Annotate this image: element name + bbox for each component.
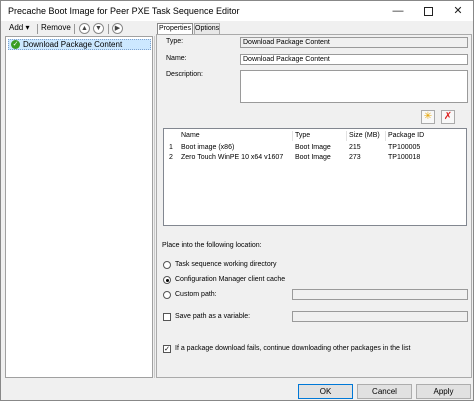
column-header-type[interactable]: Type <box>295 132 310 139</box>
tab-properties[interactable]: Properties <box>157 23 193 34</box>
radio-custom-path[interactable] <box>163 291 171 299</box>
toolbar-separator <box>108 24 109 34</box>
minimize-button[interactable]: — <box>383 1 413 21</box>
custom-path-input[interactable] <box>292 289 468 300</box>
minimize-icon: — <box>392 5 404 17</box>
tree-item-label: Download Package Content <box>23 40 123 49</box>
toolbar-separator <box>37 24 38 34</box>
row-name: Boot image (x86) <box>181 144 235 151</box>
tab-options[interactable]: Options <box>194 23 220 34</box>
continue-on-failure-label[interactable]: If a package download fails, continue do… <box>175 345 410 352</box>
toolbar-separator <box>74 24 75 34</box>
description-label: Description: <box>166 71 203 78</box>
close-button[interactable]: ✕ <box>443 1 473 21</box>
name-label: Name: <box>166 55 187 62</box>
tree-item-download-package-content[interactable]: ✓ Download Package Content <box>8 39 151 50</box>
save-path-input[interactable] <box>292 311 468 322</box>
move-up-icon: ▲ <box>81 25 88 32</box>
type-label: Type: <box>166 38 184 45</box>
radio-client-cache-label[interactable]: Configuration Manager client cache <box>175 276 285 283</box>
add-menu-button[interactable]: Add ▾ <box>9 23 29 32</box>
add-package-button[interactable]: ✳ <box>421 110 435 124</box>
type-field: Download Package Content <box>240 37 468 48</box>
step-tree[interactable]: ✓ Download Package Content <box>5 36 153 378</box>
remove-button[interactable]: Remove <box>41 23 71 32</box>
description-input[interactable] <box>240 70 468 103</box>
row-type: Boot Image <box>295 144 331 151</box>
indent-icon: ▶ <box>114 25 121 32</box>
column-separator[interactable] <box>346 131 347 141</box>
row-size: 273 <box>349 154 361 161</box>
pane-splitter[interactable] <box>154 36 155 378</box>
row-package-id: TP100018 <box>388 154 421 161</box>
delete-icon: ✗ <box>443 111 453 122</box>
move-down-button[interactable]: ▼ <box>93 23 104 34</box>
title-bar[interactable]: Precache Boot Image for Peer PXE Task Se… <box>1 1 473 21</box>
row-name: Zero Touch WinPE 10 x64 v1607 <box>181 154 284 161</box>
column-header-name[interactable]: Name <box>181 132 200 139</box>
row-index: 1 <box>169 144 173 151</box>
package-list[interactable]: Name Type Size (MB) Package ID 1 Boot im… <box>163 128 467 226</box>
radio-working-directory-label[interactable]: Task sequence working directory <box>175 261 277 268</box>
radio-working-directory[interactable] <box>163 261 171 269</box>
properties-panel: Type: Download Package Content Name: Dow… <box>156 34 472 378</box>
close-icon: ✕ <box>453 5 463 17</box>
location-heading: Place into the following location: <box>162 242 262 249</box>
name-input[interactable]: Download Package Content <box>240 54 468 65</box>
radio-client-cache[interactable] <box>163 276 171 284</box>
column-header-package-id[interactable]: Package ID <box>388 132 424 139</box>
row-type: Boot Image <box>295 154 331 161</box>
save-path-checkbox[interactable] <box>163 313 171 321</box>
row-index: 2 <box>169 154 173 161</box>
row-size: 215 <box>349 144 361 151</box>
continue-on-failure-checkbox[interactable]: ✓ <box>163 345 171 353</box>
delete-package-button[interactable]: ✗ <box>441 110 455 124</box>
maximize-icon <box>423 6 433 16</box>
move-up-button[interactable]: ▲ <box>79 23 90 34</box>
cancel-button[interactable]: Cancel <box>357 384 412 399</box>
checkmark-icon: ✓ <box>164 346 170 353</box>
save-path-label[interactable]: Save path as a variable: <box>175 313 250 320</box>
star-icon: ✳ <box>423 111 433 122</box>
maximize-button[interactable] <box>413 1 443 21</box>
toolbar: Add ▾ Remove ▲ ▼ ▶ <box>1 21 161 35</box>
apply-button[interactable]: Apply <box>416 384 471 399</box>
check-icon: ✓ <box>11 40 20 49</box>
column-separator[interactable] <box>292 131 293 141</box>
indent-button[interactable]: ▶ <box>112 23 123 34</box>
ok-button[interactable]: OK <box>298 384 353 399</box>
move-down-icon: ▼ <box>95 25 102 32</box>
column-separator[interactable] <box>385 131 386 141</box>
column-header-size[interactable]: Size (MB) <box>349 132 380 139</box>
row-package-id: TP100005 <box>388 144 421 151</box>
radio-custom-path-label[interactable]: Custom path: <box>175 291 217 298</box>
editor-window: Precache Boot Image for Peer PXE Task Se… <box>0 0 474 401</box>
window-title: Precache Boot Image for Peer PXE Task Se… <box>8 6 240 16</box>
